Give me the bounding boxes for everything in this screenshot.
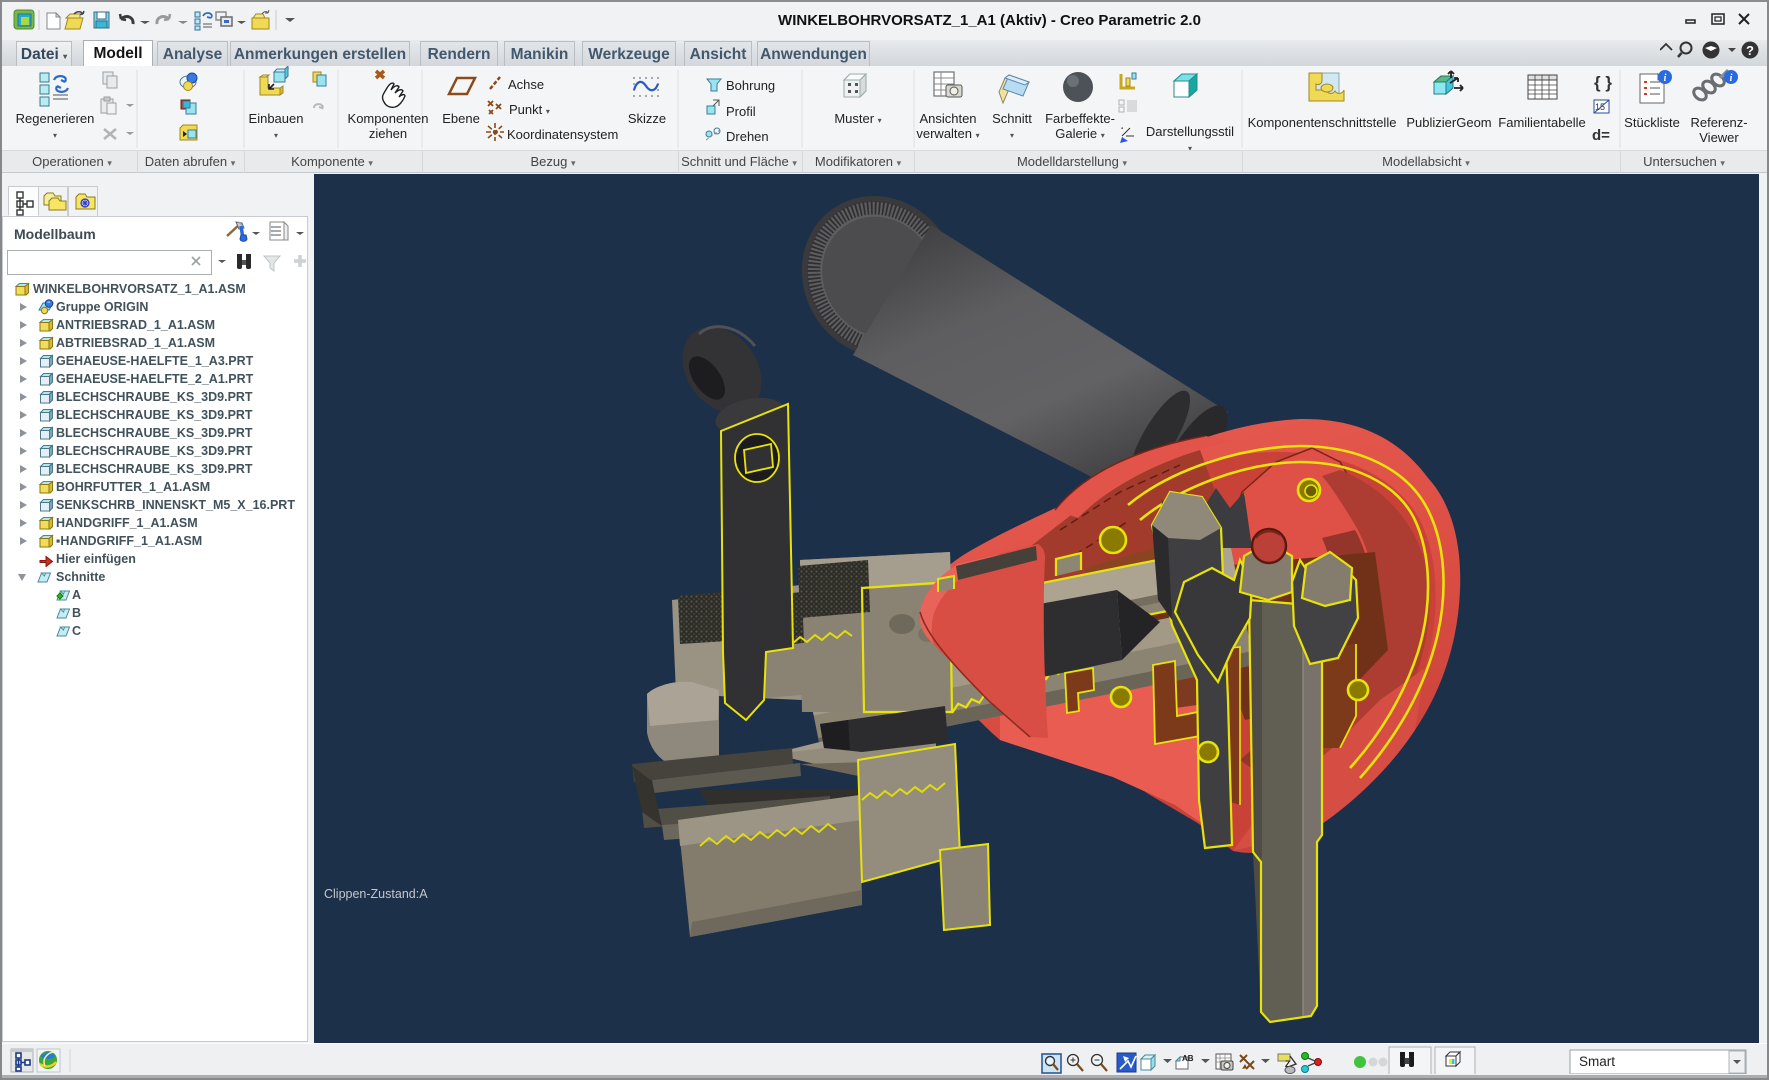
svg-text:{ }: { } xyxy=(1594,73,1612,92)
svg-text:i: i xyxy=(1730,73,1733,84)
svg-text:Smart: Smart xyxy=(1579,1054,1615,1069)
svg-text:AB: AB xyxy=(1182,1054,1194,1063)
svg-text:i: i xyxy=(1664,73,1667,84)
svg-text:?: ? xyxy=(1746,43,1754,58)
svg-text:d=: d= xyxy=(1592,127,1610,144)
